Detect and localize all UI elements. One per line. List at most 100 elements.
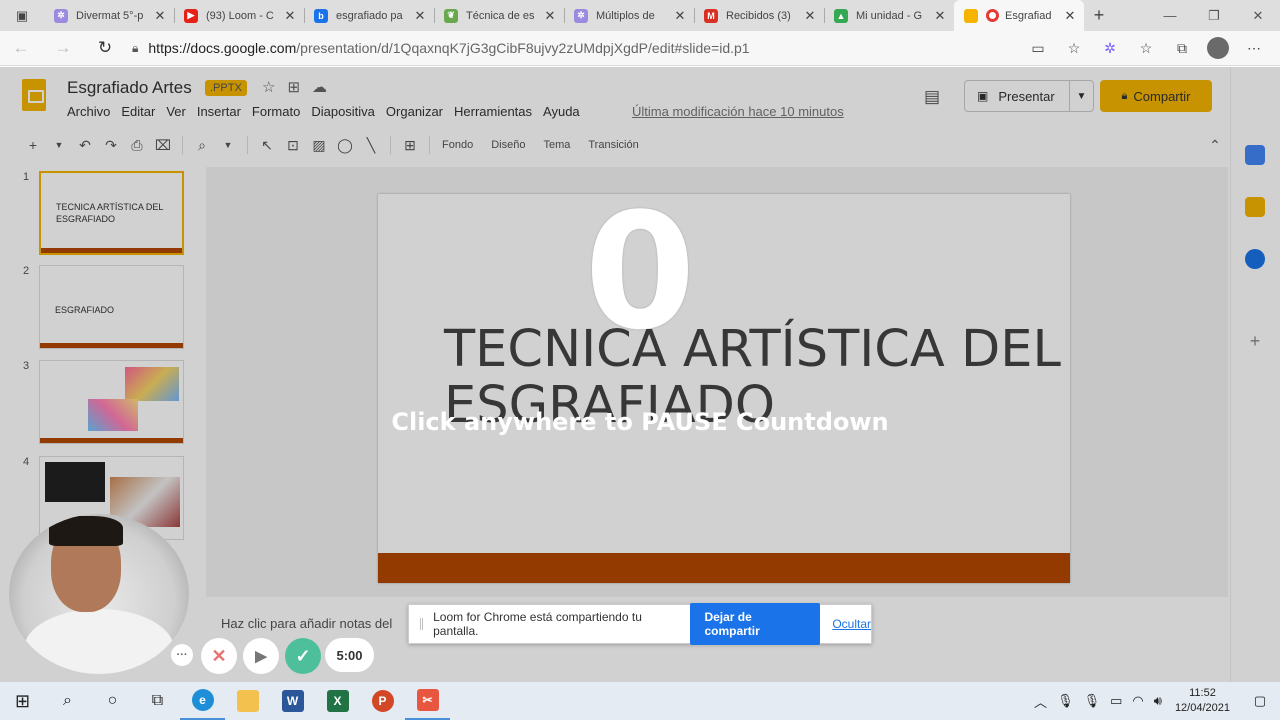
star-icon[interactable]: ☆ [1056, 40, 1092, 57]
clock-time: 11:52 [1189, 687, 1216, 699]
windows-start-icon[interactable]: ⊞ [0, 682, 45, 720]
leaf-favicon-icon: ❦ [444, 8, 458, 23]
slides-favicon-icon [964, 8, 978, 23]
drag-handle-icon[interactable]: ║ [418, 619, 425, 630]
browser-tab[interactable]: ▲ Mi unidad - G ✕ [824, 0, 954, 31]
stop-sharing-button[interactable]: Dejar de compartir [690, 603, 821, 645]
close-window-icon[interactable]: ✕ [1236, 0, 1280, 31]
cortana-icon[interactable]: ○ [90, 682, 135, 720]
browser-tab[interactable]: ✲ Múltiplos de ✕ [564, 0, 694, 31]
close-icon[interactable]: ✕ [542, 8, 558, 24]
close-icon[interactable]: ✕ [672, 8, 688, 24]
tab-label: esgrafiado pa [336, 9, 403, 22]
volume-icon[interactable]: 🔊︎ [1154, 693, 1162, 709]
task-view-icon[interactable]: ⧉ [135, 682, 180, 720]
gear-favicon-icon: ✲ [574, 8, 588, 23]
browser-tab[interactable]: ✲ Divermat 5°-p ✕ [44, 0, 174, 31]
reload-icon[interactable]: ↻ [84, 38, 126, 58]
system-tray: ︿ 🎙︎ 🎙︎ ▭ ◠ 🔊︎ 11:52 12/04/2021 ▢ [1029, 682, 1280, 720]
recording-icon [986, 9, 999, 22]
word-app-icon[interactable]: W [270, 682, 315, 720]
webcam-person [49, 516, 123, 546]
scissors-icon: ✂ [416, 689, 439, 711]
extension-icon[interactable]: ✲ [1092, 40, 1128, 57]
clock-date: 12/04/2021 [1174, 702, 1230, 714]
share-message: Loom for Chrome está compartiendo tu pan… [433, 610, 642, 638]
more-icon[interactable]: ⋯ [1236, 40, 1272, 57]
window-controls: — ❐ ✕ [1148, 0, 1280, 31]
excel-icon: X [326, 690, 349, 712]
file-explorer-app-icon[interactable] [225, 682, 270, 720]
close-icon[interactable]: ✕ [932, 8, 948, 24]
word-icon: W [281, 690, 304, 712]
edge-app-icon[interactable]: e [180, 682, 225, 720]
chevron-up-icon[interactable]: ︿ [1034, 692, 1047, 711]
folder-icon [236, 690, 259, 712]
close-icon[interactable]: ✕ [802, 8, 818, 24]
more-options-icon[interactable]: ··· [171, 644, 193, 666]
webcam-bubble[interactable] [9, 514, 189, 674]
search-icon[interactable]: ⌕ [45, 682, 90, 720]
cancel-recording-button[interactable]: ✕ [201, 638, 237, 674]
pause-countdown-hint[interactable]: Click anywhere to PAUSE Countdown [340, 408, 940, 436]
microphone-icon[interactable]: 🎙︎ [1084, 693, 1101, 709]
address-bar: ← → ↻ 🔒︎ https://docs.google.com/present… [0, 31, 1280, 66]
browser-tab[interactable]: ❦ Técnica de es ✕ [434, 0, 564, 31]
camera-icon[interactable]: ▭ [1020, 40, 1056, 57]
webcam-person [24, 609, 174, 674]
finish-recording-button[interactable]: ✓ [285, 638, 321, 674]
window-menu-icon[interactable]: ▣ [0, 0, 44, 31]
lock-icon[interactable]: 🔒︎ [132, 41, 138, 56]
restore-icon[interactable]: ❐ [1192, 0, 1236, 31]
notifications-icon[interactable]: ▢ [1240, 693, 1280, 709]
tab-label: Mi unidad - G [856, 9, 923, 22]
windows-taskbar: ⊞ ⌕ ○ ⧉ e W X P ✂ ︿ 🎙︎ 🎙︎ ▭ ◠ 🔊︎ 11:52 1… [0, 682, 1280, 720]
drive-favicon-icon: ▲ [834, 8, 848, 23]
close-icon[interactable]: ✕ [282, 8, 298, 24]
powerpoint-app-icon[interactable]: P [360, 682, 405, 720]
tab-label: Múltiplos de [596, 9, 655, 22]
microphone-icon[interactable]: 🎙︎ [1057, 693, 1074, 709]
minimize-icon[interactable]: — [1148, 0, 1192, 31]
close-icon[interactable]: ✕ [412, 8, 428, 24]
back-icon[interactable]: ← [0, 38, 42, 58]
close-icon[interactable]: ✕ [152, 8, 168, 24]
tab-label: Técnica de es [466, 9, 535, 22]
url-host: https://docs.google.com [148, 40, 297, 56]
tab-label: Recibidos (3) [726, 9, 791, 22]
url-field[interactable]: 🔒︎ https://docs.google.com/presentation/… [132, 40, 1020, 56]
favorites-icon[interactable]: ☆ [1128, 40, 1164, 57]
recording-dim-overlay[interactable] [0, 67, 1280, 682]
profile-avatar[interactable] [1207, 37, 1229, 59]
excel-app-icon[interactable]: X [315, 682, 360, 720]
browser-tab[interactable]: ▶ (93) Loom - C ✕ [174, 0, 304, 31]
browser-tab[interactable]: M Recibidos (3) ✕ [694, 0, 824, 31]
browser-tab-strip: ▣ ✲ Divermat 5°-p ✕ ▶ (93) Loom - C ✕ b esgra… [0, 0, 1280, 31]
hide-banner-link[interactable]: Ocultar [832, 617, 871, 631]
recording-timer: 5:00 [325, 638, 374, 672]
bing-favicon-icon: b [314, 8, 328, 23]
youtube-favicon-icon: ▶ [184, 8, 198, 23]
pause-recording-button[interactable]: ▶ [243, 638, 279, 674]
new-tab-button[interactable]: + [1084, 0, 1114, 31]
forward-icon[interactable]: → [42, 38, 84, 58]
snipping-app-icon[interactable]: ✂ [405, 682, 450, 720]
collections-icon[interactable]: ⧉ [1164, 40, 1200, 57]
tab-label: (93) Loom - C [206, 9, 274, 22]
url-path: /presentation/d/1QqaxnqK7jG3gCibF8ujvy2z… [296, 40, 750, 56]
tab-label: Esgrafiad [1005, 9, 1052, 22]
gmail-favicon-icon: M [704, 8, 718, 23]
powerpoint-icon: P [371, 690, 394, 712]
tab-label: Divermat 5°-p [76, 9, 144, 22]
browser-actions: ▭ ☆ ✲ ☆ ⧉ ⋯ [1020, 37, 1272, 59]
countdown-number: 0 [584, 178, 696, 365]
gear-favicon-icon: ✲ [54, 8, 68, 23]
wifi-icon[interactable]: ◠ [1132, 693, 1143, 709]
loom-share-banner: ║ Loom for Chrome está compartiendo tu p… [408, 603, 872, 645]
browser-tab-active[interactable]: Esgrafiad ✕ [954, 0, 1084, 31]
edge-icon: e [191, 689, 214, 711]
close-icon[interactable]: ✕ [1062, 8, 1078, 24]
taskbar-clock[interactable]: 11:52 12/04/2021 [1175, 686, 1230, 716]
browser-tab[interactable]: b esgrafiado pa ✕ [304, 0, 434, 31]
battery-icon[interactable]: ▭ [1110, 693, 1122, 709]
